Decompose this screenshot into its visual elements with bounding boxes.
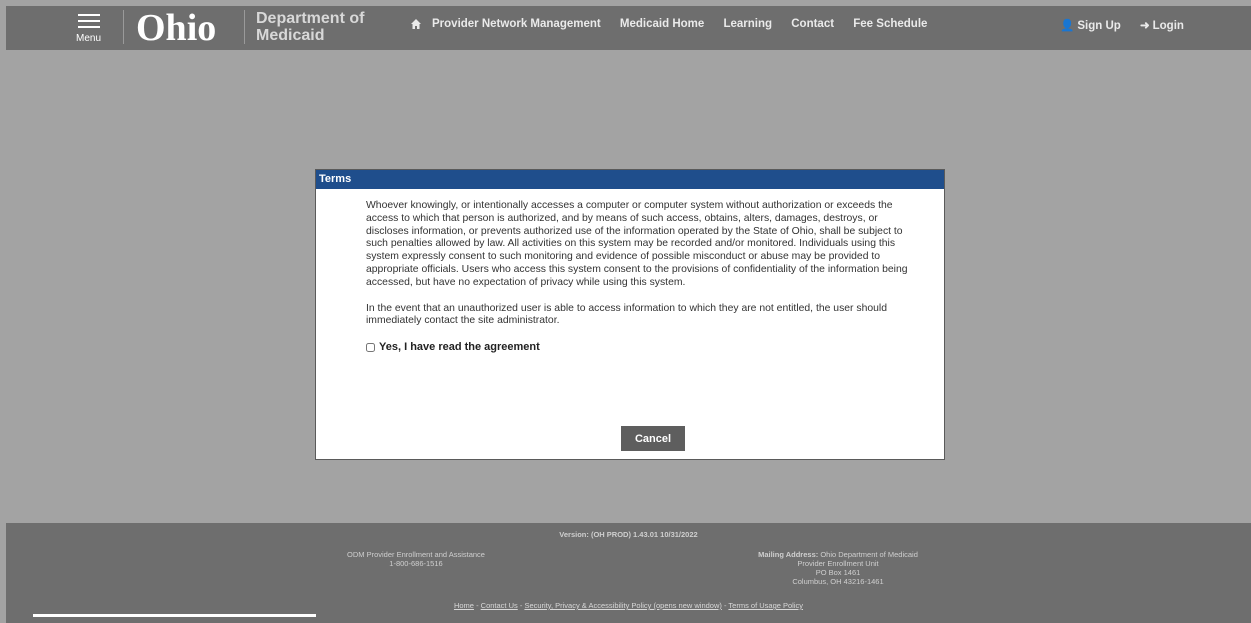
agreement-checkbox[interactable] (366, 343, 375, 353)
top-navigation-bar: Menu Ohio Department of Medicaid Provide… (6, 6, 1251, 50)
department-title: Department of Medicaid (256, 10, 364, 44)
ohio-logo[interactable]: Ohio (136, 6, 216, 50)
version-text: Version: (OH PROD) 1.43.01 10/31/2022 (559, 530, 698, 539)
footer-links: Home - Contact Us - Security, Privacy & … (6, 601, 1251, 610)
footer-link-home[interactable]: Home (454, 601, 474, 610)
terms-dialog: Terms Whoever knowingly, or intentionall… (315, 169, 945, 460)
dialog-title: Terms (316, 170, 944, 189)
divider (123, 10, 124, 44)
mailing-address-line4: Columbus, OH 43216-1461 (792, 577, 884, 586)
enrollment-contact: ODM Provider Enrollment and Assistance 1… (316, 550, 516, 568)
page: Menu Ohio Department of Medicaid Provide… (6, 6, 1251, 623)
footer-link-security-policy[interactable]: Security, Privacy & Accessibility Policy… (524, 601, 721, 610)
footer: Version: (OH PROD) 1.43.01 10/31/2022 OD… (6, 523, 1251, 623)
mailing-address-line1: Ohio Department of Medicaid (820, 550, 918, 559)
mailing-address-line2: Provider Enrollment Unit (797, 559, 879, 568)
main-nav: Provider Network Management Medicaid Hom… (432, 18, 943, 30)
department-title-line2: Medicaid (256, 27, 325, 44)
home-icon[interactable] (410, 18, 422, 30)
nav-provider-network-management[interactable]: Provider Network Management (432, 18, 601, 30)
agreement-checkbox-label[interactable]: Yes, I have read the agreement (366, 341, 911, 354)
footer-link-contact-us[interactable]: Contact Us (481, 601, 518, 610)
agreement-label-text: Yes, I have read the agreement (379, 341, 540, 354)
menu-button[interactable]: Menu (74, 11, 114, 47)
nav-learning[interactable]: Learning (723, 18, 772, 30)
nav-fee-schedule[interactable]: Fee Schedule (853, 18, 927, 30)
bottom-strip (33, 614, 316, 617)
dialog-body: Whoever knowingly, or intentionally acce… (366, 200, 911, 354)
nav-medicaid-home[interactable]: Medicaid Home (620, 18, 704, 30)
sign-up-link[interactable]: 👤 Sign Up (1060, 20, 1121, 32)
enrollment-contact-line1: ODM Provider Enrollment and Assistance (347, 550, 485, 559)
terms-paragraph-2: In the event that an unauthorized user i… (366, 302, 888, 327)
mailing-address-label: Mailing Address: (758, 550, 819, 559)
terms-paragraph-1: Whoever knowingly, or intentionally acce… (366, 200, 908, 288)
department-title-line1: Department of (256, 10, 365, 27)
mailing-address-line3: PO Box 1461 (815, 568, 861, 577)
cancel-button[interactable]: Cancel (621, 426, 685, 451)
footer-link-terms-of-usage[interactable]: Terms of Usage Policy (728, 601, 803, 610)
hamburger-icon (78, 14, 100, 32)
mailing-address: Mailing Address: Ohio Department of Medi… (748, 550, 928, 586)
sign-in-icon: ➜ (1139, 20, 1150, 32)
enrollment-contact-phone: 1-800-686-1516 (389, 559, 443, 568)
menu-label: Menu (76, 33, 102, 44)
login-link[interactable]: ➜ Login (1140, 20, 1184, 32)
link-separator: - (473, 601, 481, 610)
auth-links: 👤 Sign Up ➜ Login (1060, 18, 1200, 32)
divider (244, 10, 245, 44)
user-icon: 👤 (1060, 20, 1075, 32)
nav-contact[interactable]: Contact (791, 18, 834, 30)
